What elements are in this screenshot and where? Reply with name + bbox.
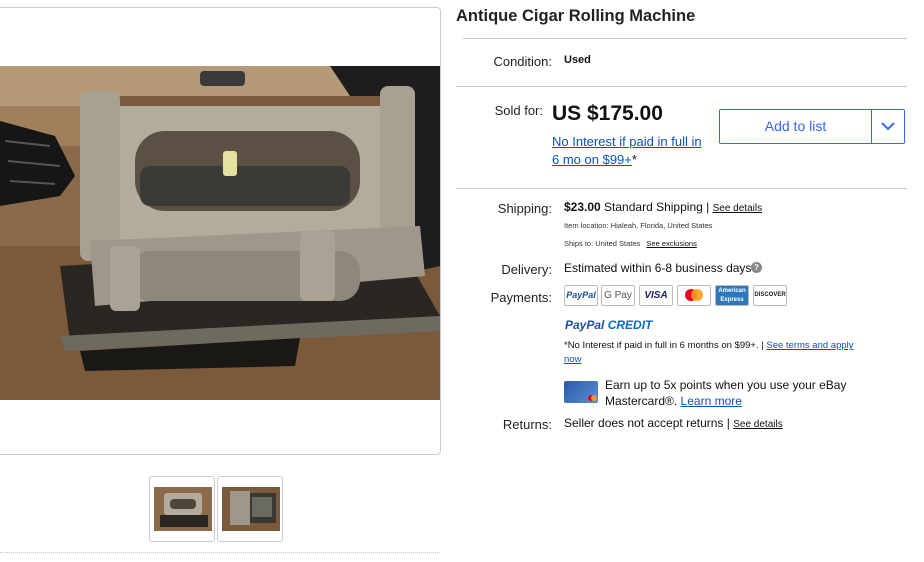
learn-more-link[interactable]: Learn more [681,394,742,408]
shipping-row: $23.00 Standard Shipping | See details [564,200,762,214]
paypal-credit-word: CREDIT [607,318,653,332]
financing-offer-line2[interactable]: 6 mo on $99+ [552,152,632,167]
paypal-credit-logo: PayPal CREDIT [565,318,652,332]
sold-price: US $175.00 [552,102,663,125]
delivery-label: Delivery: [501,262,552,277]
see-terms-link-cont[interactable]: now [564,354,581,365]
separator: | [761,340,764,351]
credit-terms-text: *No Interest if paid in full in 6 months… [564,340,759,351]
mastercard-promo-text-cont: Mastercard®. [605,394,678,408]
financing-asterisk: * [631,152,637,167]
ships-to-row: Ships to: United States See exclusions [564,239,697,248]
paypal-icon: PayPal [564,285,598,306]
help-icon[interactable]: ? [751,262,762,273]
ships-to: Ships to: United States [564,239,641,248]
returns-policy: Seller does not accept returns [564,416,724,430]
divider [456,86,907,87]
see-terms-link[interactable]: See terms and apply [766,340,853,351]
separator: | [726,416,730,430]
see-exclusions-link[interactable]: See exclusions [646,239,696,248]
main-photo-frame [0,7,441,455]
financing-offer-line1[interactable]: No Interest if paid in full in [552,134,702,149]
delivery-estimate: Estimated within 6-8 business days [564,261,752,275]
mastercard-promo: Earn up to 5x points when you use your e… [605,377,895,409]
condition-value: Used [564,54,591,66]
add-to-list-dropdown-button[interactable] [872,110,904,143]
mastercard-icon [677,285,711,306]
discover-icon: DISCOVER [753,285,787,306]
credit-terms: *No Interest if paid in full in 6 months… [564,339,894,367]
thumbnail-1[interactable] [149,476,215,542]
shipping-cost: $23.00 [564,200,601,214]
gallery-divider [0,552,440,553]
item-title: Antique Cigar Rolling Machine [456,7,696,25]
divider [463,38,907,39]
visa-icon: VISA [639,285,673,306]
shipping-method: Standard Shipping [604,200,703,214]
thumbnail-2[interactable] [217,476,283,542]
chevron-down-icon [881,122,895,131]
shipping-label: Shipping: [497,201,552,216]
condition-label: Condition: [493,54,552,69]
payments-label: Payments: [490,290,552,305]
returns-details-link[interactable]: See details [733,419,782,430]
divider [456,188,907,189]
add-to-list-button[interactable]: Add to list [720,110,871,143]
paypal-credit-pay: PayPal [565,318,605,332]
shipping-details-link[interactable]: See details [713,203,762,214]
mastercard-promo-text: Earn up to 5x points when you use your e… [605,378,847,392]
sold-for-label: Sold for: [494,103,543,118]
ebay-mastercard-icon [564,381,598,403]
amex-icon: American Express [715,285,749,306]
add-to-list-button-group: Add to list [719,109,905,144]
financing-offer-link[interactable]: No Interest if paid in full in 6 mo on $… [552,133,722,169]
item-location: Item location: Hialeah, Florida, United … [564,221,713,230]
returns-row: Seller does not accept returns | See det… [564,416,783,430]
google-pay-icon: G Pay [601,285,635,306]
main-product-photo[interactable] [0,66,440,400]
returns-label: Returns: [502,417,552,432]
separator: | [706,200,710,214]
